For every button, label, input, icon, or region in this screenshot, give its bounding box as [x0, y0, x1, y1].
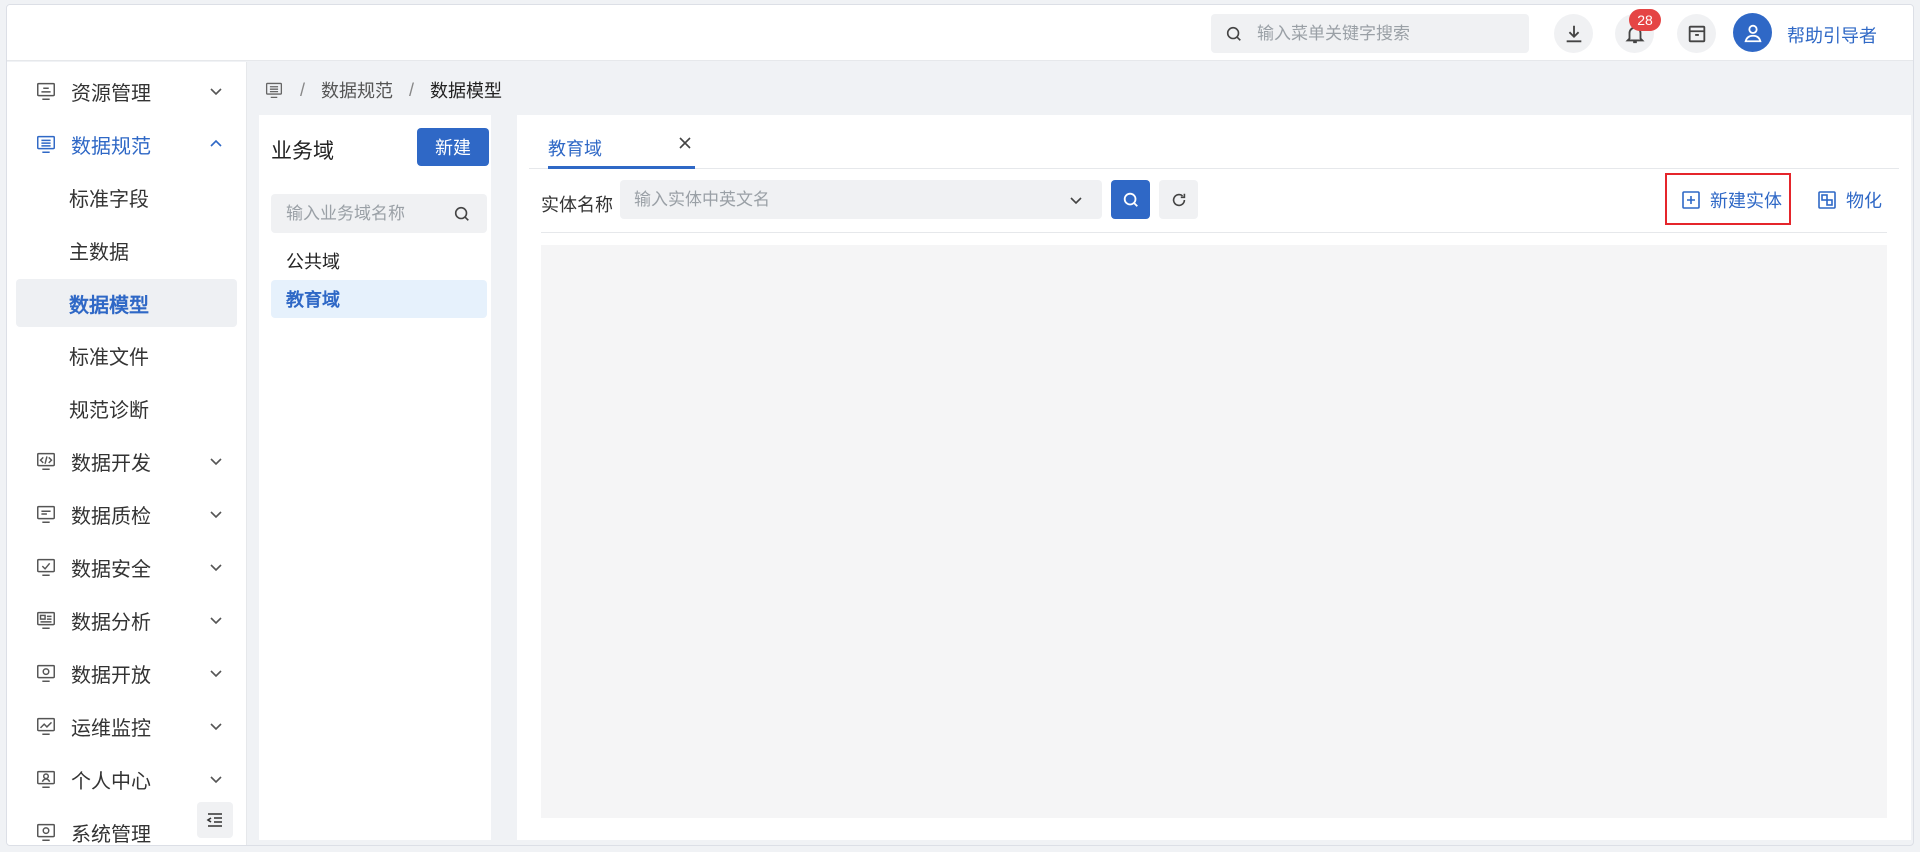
business-domain-panel: 业务域 新建 公共域 教育域 [259, 115, 491, 840]
sidebar-subitem-label: 标准字段 [69, 188, 149, 211]
monitor-chart-icon [37, 717, 55, 735]
chevron-down-icon [210, 723, 222, 731]
sidebar-subitem-master-data[interactable]: 主数据 [16, 226, 237, 274]
sidebar-collapse-button[interactable] [197, 802, 233, 838]
analysis-icon [37, 611, 55, 629]
sidebar-item-label: 资源管理 [71, 82, 151, 105]
code-icon [37, 452, 55, 470]
sidebar-item-label: 数据规范 [71, 135, 151, 158]
new-entity-button[interactable]: 新建实体 [1681, 184, 1782, 216]
refresh-icon [1172, 193, 1185, 206]
toolbar-divider [541, 232, 1887, 233]
materialize-label: 物化 [1846, 191, 1882, 211]
download-icon [1566, 25, 1581, 42]
user-icon [1743, 24, 1762, 42]
tab-bar: 教育域 [529, 115, 1899, 169]
sidebar-item-data-dev[interactable]: 数据开发 [16, 437, 237, 485]
domain-search-box[interactable] [271, 194, 487, 233]
sidebar-item-resource[interactable]: 资源管理 [16, 67, 237, 115]
sidebar-subitem-label: 主数据 [69, 241, 129, 264]
sidebar-item-label: 个人中心 [71, 770, 151, 793]
chevron-up-icon [210, 139, 222, 147]
close-icon[interactable] [678, 136, 692, 150]
breadcrumb-separator: / [300, 79, 306, 100]
search-icon[interactable] [453, 205, 471, 223]
user-card-icon [37, 770, 55, 788]
entity-canvas[interactable] [541, 245, 1887, 818]
sidebar-item-data-open[interactable]: 数据开放 [16, 649, 237, 697]
materialize-icon [1818, 191, 1836, 209]
username-link[interactable]: 帮助引导者 [1787, 22, 1877, 48]
sidebar-subitem-standard-files[interactable]: 标准文件 [16, 331, 237, 379]
data-model-panel: 教育域 实体名称 新建实体 物化 [517, 115, 1911, 840]
sidebar-subitem-data-model[interactable]: 数据模型 [16, 279, 237, 327]
sidebar-item-label: 数据开放 [71, 664, 151, 687]
breadcrumb-item[interactable]: 数据规范 [321, 77, 393, 103]
search-icon [1226, 26, 1241, 41]
search-icon [1123, 192, 1138, 207]
materialize-button[interactable]: 物化 [1817, 184, 1882, 216]
new-domain-button[interactable]: 新建 [417, 128, 489, 166]
sidebar-subitem-label: 数据模型 [69, 294, 149, 317]
archive-button[interactable] [1677, 14, 1716, 53]
sidebar-item-label: 数据质检 [71, 505, 151, 528]
sidebar-item-label: 数据分析 [71, 611, 151, 634]
domain-search-input[interactable] [286, 203, 446, 224]
sidebar-item-data-standard[interactable]: 数据规范 [16, 120, 237, 168]
monitor-icon [37, 82, 55, 100]
settings-icon [37, 823, 55, 841]
breadcrumb-current: 数据模型 [430, 81, 503, 101]
sidebar-item-label: 数据安全 [71, 558, 151, 581]
open-icon [37, 664, 55, 682]
menu-search-box[interactable] [1211, 14, 1529, 53]
sidebar-item-label: 系统管理 [71, 823, 151, 846]
sidebar-item-ops-monitor[interactable]: 运维监控 [16, 702, 237, 750]
sidebar-item-personal[interactable]: 个人中心 [16, 755, 237, 803]
app-frame: 28 帮助引导者 资源管理 数据规范 标准字段 主数据 数据模型 [6, 4, 1914, 846]
sidebar-item-data-quality[interactable]: 数据质检 [16, 490, 237, 538]
sidebar-subitem-standard-fields[interactable]: 标准字段 [16, 173, 237, 221]
chevron-down-icon [210, 458, 222, 466]
search-button[interactable] [1111, 180, 1150, 219]
breadcrumb-separator: / [409, 79, 415, 100]
entity-name-input[interactable] [634, 189, 1054, 210]
archive-icon [1688, 25, 1705, 42]
sidebar-subitem-label: 标准文件 [69, 346, 149, 369]
breadcrumb: / 数据规范 / 数据模型 [264, 77, 502, 103]
refresh-button[interactable] [1159, 180, 1198, 219]
quality-icon [37, 505, 55, 523]
domain-item-education[interactable]: 教育域 [271, 280, 487, 318]
domain-panel-title: 业务域 [271, 140, 334, 163]
chevron-down-icon [210, 511, 222, 519]
user-avatar[interactable] [1733, 13, 1772, 52]
entity-name-label: 实体名称 [541, 195, 613, 215]
new-entity-icon [1682, 191, 1700, 209]
tab-education-domain[interactable]: 教育域 [548, 115, 695, 169]
chevron-down-icon [210, 670, 222, 678]
sidebar-subitem-label: 规范诊断 [69, 399, 149, 422]
chevron-down-icon [1070, 196, 1082, 204]
notification-badge: 28 [1629, 9, 1661, 31]
menu-search-input[interactable] [1257, 23, 1517, 44]
download-button[interactable] [1554, 14, 1593, 53]
collapse-menu-icon [206, 813, 222, 827]
sidebar-item-label: 运维监控 [71, 717, 151, 740]
entity-name-select[interactable] [620, 180, 1102, 219]
new-entity-label: 新建实体 [1710, 191, 1782, 211]
chevron-down-icon [210, 776, 222, 784]
domain-item-public[interactable]: 公共域 [271, 242, 487, 280]
security-icon [37, 558, 55, 576]
top-header: 28 帮助引导者 [7, 5, 1913, 61]
tab-label: 教育域 [548, 139, 602, 159]
data-standard-icon [37, 135, 55, 153]
sidebar-item-data-analysis[interactable]: 数据分析 [16, 596, 237, 644]
sidebar: 资源管理 数据规范 标准字段 主数据 数据模型 标准文件 规范诊断 数据开发 数… [7, 62, 247, 846]
sidebar-item-data-security[interactable]: 数据安全 [16, 543, 237, 591]
chevron-down-icon [210, 617, 222, 625]
sidebar-subitem-diagnosis[interactable]: 规范诊断 [16, 384, 237, 432]
chevron-down-icon [210, 564, 222, 572]
home-monitor-icon[interactable] [264, 81, 284, 99]
chevron-down-icon [210, 88, 222, 96]
sidebar-item-label: 数据开发 [71, 452, 151, 475]
